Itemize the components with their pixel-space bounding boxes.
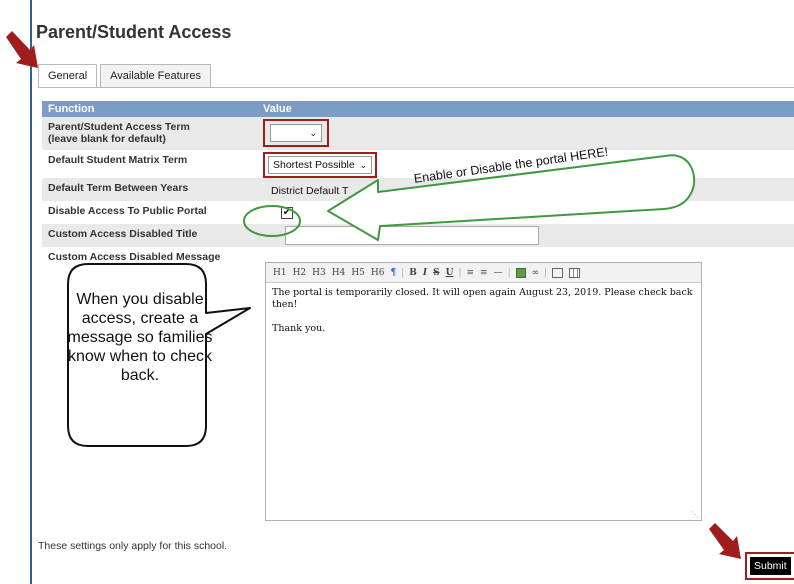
between-years-label: Default Term Between Years [42, 178, 257, 201]
highlight-frame: ⌄ [263, 119, 329, 147]
editor-toolbar: H1 H2 H3 H4 H5 H6 ¶ | B I S U | ≡ ≡ — | … [266, 263, 701, 283]
heading3-button[interactable]: H3 [309, 268, 329, 278]
tab-bar: General Available Features [38, 64, 214, 88]
disable-portal-label: Disable Access To Public Portal [42, 201, 257, 224]
tab-general[interactable]: General [38, 64, 98, 88]
row-label-access-term: Parent/Student Access Term (leave blank … [42, 117, 257, 150]
table-row: Custom Access Disabled Title [42, 224, 794, 247]
numbered-list-icon[interactable]: ≡ [477, 268, 491, 278]
between-years-select[interactable]: District Default T [263, 182, 352, 200]
resize-grip-icon[interactable]: ⋱ [691, 510, 699, 519]
between-years-value: District Default T [271, 185, 349, 197]
bulleted-list-icon[interactable]: ≡ [463, 268, 477, 278]
chevron-down-icon: ⌄ [309, 127, 317, 138]
matrix-term-select[interactable]: Shortest Possible ⌄ [268, 156, 373, 174]
disabled-title-label: Custom Access Disabled Title [42, 224, 257, 247]
frame-icon[interactable] [552, 267, 564, 278]
matrix-term-label: Default Student Matrix Term [42, 150, 257, 178]
row-value-matrix-term: Shortest Possible ⌄ [257, 150, 794, 178]
function-column-header: Function [42, 101, 257, 117]
link-icon[interactable]: ∞ [529, 268, 543, 278]
settings-scope-note: These settings only apply for this schoo… [38, 540, 228, 552]
toolbar-separator: | [544, 267, 548, 278]
settings-header-row: Function Value [42, 101, 794, 117]
table-row: Default Student Matrix Term Shortest Pos… [42, 150, 794, 178]
row-value-access-term: ⌄ [257, 117, 794, 150]
highlight-frame: Shortest Possible ⌄ [263, 152, 378, 178]
page-title: Parent/Student Access [36, 22, 232, 42]
heading1-button[interactable]: H1 [270, 268, 290, 278]
tab-bar-underline [38, 87, 794, 88]
paragraph-button[interactable]: ¶ [387, 268, 399, 278]
toolbar-separator: | [458, 267, 462, 278]
heading4-button[interactable]: H4 [329, 268, 349, 278]
heading5-button[interactable]: H5 [348, 268, 368, 278]
submit-button[interactable]: Submit [750, 557, 791, 575]
red-pointer-arrow-icon [709, 523, 741, 559]
tab-available-features[interactable]: Available Features [100, 64, 212, 88]
access-term-hint: (leave blank for default) [48, 133, 166, 145]
disable-portal-checkbox[interactable]: ✔ [281, 207, 293, 219]
highlight-frame: Submit [745, 552, 794, 580]
toolbar-separator: | [401, 267, 405, 278]
toolbar-separator: | [507, 267, 511, 278]
table-icon[interactable] [569, 267, 581, 278]
strikethrough-button[interactable]: S [430, 268, 443, 278]
heading2-button[interactable]: H2 [290, 268, 310, 278]
table-row: Default Term Between Years District Defa… [42, 178, 794, 201]
access-term-select[interactable]: ⌄ [270, 124, 322, 142]
italic-button[interactable]: I [420, 268, 430, 278]
table-row: Parent/Student Access Term (leave blank … [42, 117, 794, 150]
matrix-term-value: Shortest Possible [273, 159, 355, 171]
row-value-disable-portal: ✔ [257, 201, 794, 224]
editor-content[interactable]: The portal is temporarily closed. It wil… [266, 283, 701, 351]
page-left-rule [30, 0, 32, 584]
table-row: Disable Access To Public Portal ✔ [42, 201, 794, 224]
message-paragraph-2: Thank you. [272, 323, 326, 334]
row-value-between-years: District Default T [257, 178, 794, 201]
disabled-message-label: Custom Access Disabled Message [42, 247, 257, 524]
horizontal-rule-icon[interactable]: — [491, 268, 506, 278]
value-column-header: Value [257, 101, 794, 117]
red-pointer-arrow-icon [6, 31, 38, 68]
image-icon[interactable] [515, 267, 526, 278]
heading6-button[interactable]: H6 [368, 268, 388, 278]
message-editor[interactable]: H1 H2 H3 H4 H5 H6 ¶ | B I S U | ≡ ≡ — | … [265, 262, 702, 521]
bold-button[interactable]: B [406, 268, 420, 278]
access-term-label: Parent/Student Access Term [48, 121, 190, 133]
chevron-down-icon: ⌄ [359, 159, 368, 170]
disabled-title-input[interactable] [285, 226, 539, 245]
row-value-disabled-title [257, 224, 794, 247]
message-paragraph-1: The portal is temporarily closed. It wil… [272, 287, 693, 310]
underline-button[interactable]: U [443, 268, 457, 278]
